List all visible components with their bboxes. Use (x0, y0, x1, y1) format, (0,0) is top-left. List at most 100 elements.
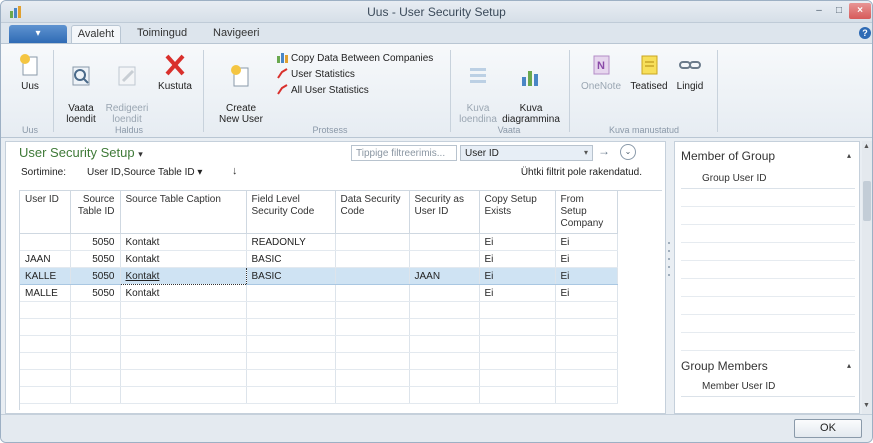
cell-user-id[interactable] (20, 233, 71, 251)
vertical-scrollbar[interactable]: ▲ ▼ (862, 141, 872, 414)
notes-button[interactable]: Teatised (627, 52, 671, 92)
cell-data-security-code[interactable] (335, 233, 410, 251)
collapse-icon[interactable]: ▴ (847, 151, 851, 160)
empty-cell (409, 318, 480, 336)
list-view-icon (470, 68, 486, 83)
cell-user-id[interactable]: MALLE (20, 284, 71, 302)
empty-table-row (20, 352, 618, 370)
scroll-up-icon[interactable]: ▲ (863, 143, 870, 150)
empty-cell (409, 369, 480, 387)
cell-user-id[interactable]: KALLE (20, 267, 71, 285)
cell-from-setup-company[interactable]: Ei (555, 267, 618, 285)
cell-source-table-id[interactable]: 5050 (70, 233, 121, 251)
empty-cell (479, 301, 556, 319)
links-button[interactable]: Lingid (673, 52, 707, 92)
show-as-list-button[interactable]: Kuva loendina (457, 52, 499, 125)
table-row[interactable]: KALLE 5050 Kontakt BASIC JAAN Ei Ei (20, 267, 618, 285)
cell-copy-setup-exists[interactable]: Ei (479, 284, 556, 302)
cell-field-level-security-code[interactable]: BASIC (246, 250, 336, 268)
view-list-icon (72, 66, 90, 86)
ok-button[interactable]: OK (794, 419, 862, 438)
factbox-column-member-user-id[interactable]: Member User ID (681, 381, 855, 397)
cell-source-table-caption[interactable]: Kontakt (120, 284, 247, 302)
table-row[interactable]: JAAN 5050 Kontakt BASIC Ei Ei (20, 250, 618, 268)
cell-data-security-code[interactable] (335, 250, 410, 268)
cell-copy-setup-exists[interactable]: Ei (479, 233, 556, 251)
show-as-chart-button[interactable]: Kuva diagrammina (501, 52, 561, 125)
column-header-source-table-id[interactable]: Source Table ID (70, 191, 121, 234)
factbox-column-group-user-id[interactable]: Group User ID (681, 173, 855, 189)
filter-input[interactable]: Tippige filtreerimis... (351, 145, 457, 161)
collapse-icon[interactable]: ▴ (847, 361, 851, 370)
cell-field-level-security-code[interactable]: READONLY (246, 233, 336, 251)
new-button[interactable]: Uus (13, 52, 47, 92)
new-button-label: Uus (21, 81, 39, 92)
factbox-member-of-group-header[interactable]: Member of Group ▴ (681, 149, 855, 167)
onenote-button[interactable]: N OneNote (579, 52, 623, 92)
cell-copy-setup-exists[interactable]: Ei (479, 267, 556, 285)
all-user-statistics-button[interactable]: All User Statistics (277, 84, 369, 96)
column-header-security-as-user-id[interactable]: Security as User ID (409, 191, 480, 234)
close-button[interactable]: × (849, 3, 871, 19)
cell-source-table-id[interactable]: 5050 (70, 250, 121, 268)
table-row[interactable]: 5050 Kontakt READONLY Ei Ei (20, 233, 618, 251)
sort-direction-icon[interactable]: ↓ (232, 165, 238, 177)
minimize-button[interactable]: – (809, 3, 829, 19)
file-menu-button[interactable]: ▾ (9, 25, 67, 43)
column-header-data-security-code[interactable]: Data Security Code (335, 191, 410, 234)
cell-source-table-caption[interactable]: Kontakt (119, 267, 247, 285)
cell-data-security-code[interactable] (335, 284, 410, 302)
footer-bar (1, 414, 872, 442)
pane-splitter-handle[interactable] (667, 237, 671, 285)
cell-data-security-code[interactable] (335, 267, 410, 285)
empty-cell (20, 369, 71, 387)
cell-source-table-caption[interactable]: Kontakt (120, 233, 247, 251)
empty-cell (335, 386, 410, 404)
cell-source-table-id[interactable]: 5050 (70, 267, 121, 285)
empty-table-row (20, 369, 618, 387)
column-header-user-id[interactable]: User ID (20, 191, 71, 234)
cell-field-level-security-code[interactable] (246, 284, 336, 302)
column-header-field-level-security-code[interactable]: Field Level Security Code (246, 191, 336, 234)
delete-button[interactable]: Kustuta (153, 52, 197, 92)
cell-security-as-user-id[interactable] (409, 250, 480, 268)
maximize-button[interactable]: □ (829, 3, 849, 19)
cell-security-as-user-id[interactable]: JAAN (409, 267, 480, 285)
tab-toimingud[interactable]: Toimingud (137, 27, 187, 39)
cell-source-table-id[interactable]: 5050 (70, 284, 121, 302)
filter-field-select[interactable]: User ID ▾ (460, 145, 593, 161)
apply-filter-button[interactable]: → (595, 144, 613, 162)
column-header-copy-setup-exists[interactable]: Copy Setup Exists (479, 191, 556, 234)
user-statistics-button[interactable]: User Statistics (277, 68, 355, 80)
cell-security-as-user-id[interactable] (409, 284, 480, 302)
cell-copy-setup-exists[interactable]: Ei (479, 250, 556, 268)
table-row[interactable]: MALLE 5050 Kontakt Ei Ei (20, 284, 618, 302)
empty-cell (335, 335, 410, 353)
cell-field-level-security-code[interactable]: BASIC (246, 267, 336, 285)
cell-source-table-caption[interactable]: Kontakt (120, 250, 247, 268)
edit-list-button[interactable]: Redigeeri loendit (103, 52, 151, 125)
tab-avaleht[interactable]: Avaleht (71, 25, 121, 43)
scroll-down-icon[interactable]: ▼ (863, 402, 870, 409)
create-new-user-button[interactable]: Create New User (215, 52, 267, 125)
view-list-button[interactable]: Vaata loendit (61, 52, 101, 125)
column-header-from-setup-company[interactable]: From Setup Company (555, 191, 618, 234)
cell-from-setup-company[interactable]: Ei (555, 250, 618, 268)
copy-data-button[interactable]: Copy Data Between Companies (277, 52, 433, 64)
cell-link[interactable]: Kontakt (126, 271, 160, 282)
page-title[interactable]: User Security Setup ▾ (19, 145, 143, 160)
ribbon-separator (717, 50, 718, 132)
help-icon[interactable]: ? (859, 27, 871, 39)
cell-from-setup-company[interactable]: Ei (555, 233, 618, 251)
column-header-source-table-caption[interactable]: Source Table Caption (120, 191, 247, 234)
cell-from-setup-company[interactable]: Ei (555, 284, 618, 302)
expand-filter-button[interactable]: ⌄ (620, 144, 636, 160)
empty-cell (555, 301, 618, 319)
cell-security-as-user-id[interactable] (409, 233, 480, 251)
factbox-group-members-header[interactable]: Group Members ▴ (681, 359, 855, 377)
sort-select[interactable]: User ID,Source Table ID ▾ (87, 167, 202, 178)
chart-view-icon (522, 71, 538, 86)
scrollbar-thumb[interactable] (863, 181, 871, 221)
cell-user-id[interactable]: JAAN (20, 250, 71, 268)
tab-navigeeri[interactable]: Navigeeri (213, 27, 259, 39)
